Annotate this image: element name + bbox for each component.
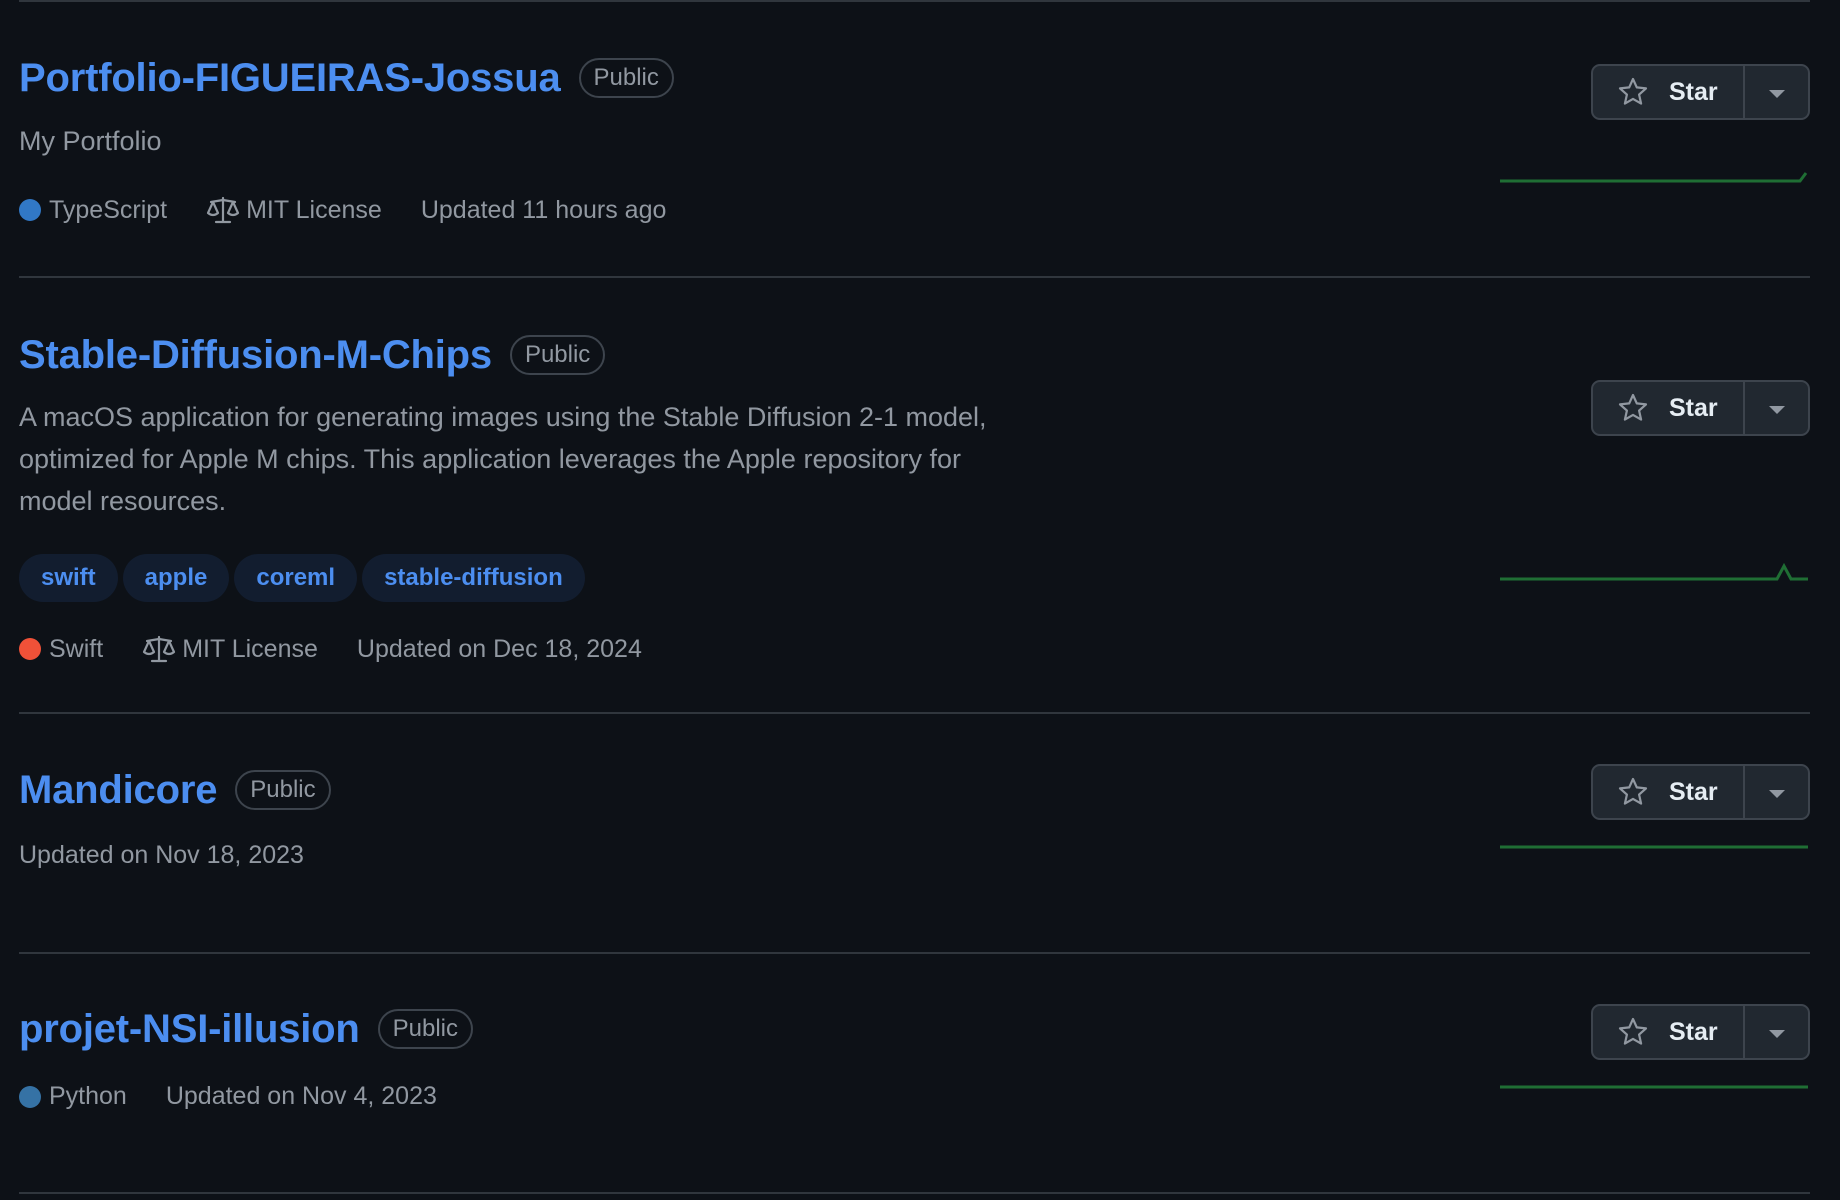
topic-tag[interactable]: apple xyxy=(122,554,230,602)
star-icon xyxy=(1618,77,1648,105)
language-color-dot xyxy=(19,199,41,221)
language-color-dot xyxy=(19,1085,41,1108)
star-button[interactable]: Star xyxy=(1593,382,1745,434)
triangle-down-icon xyxy=(1768,1030,1785,1038)
star-icon xyxy=(1618,777,1648,805)
repo-description: A macOS application for generating image… xyxy=(19,402,987,516)
language-color-dot xyxy=(19,638,41,660)
topic-list: swift apple coreml stable-diffusion xyxy=(19,554,585,602)
visibility-badge: Public xyxy=(377,1009,474,1049)
repo-header: projet-NSI-illusion Public xyxy=(19,1009,474,1049)
repo-header: Portfolio-FIGUEIRAS-Jossua Public xyxy=(19,58,674,98)
repo-name-link[interactable]: Mandicore xyxy=(19,770,217,810)
star-button-group: Star xyxy=(1591,1004,1810,1060)
repo-item: projet-NSI-illusion Public Python Update… xyxy=(19,954,1810,1194)
repo-item: Portfolio-FIGUEIRAS-Jossua Public My Por… xyxy=(19,2,1810,278)
language-label: Python xyxy=(49,1082,127,1110)
license-label: MIT License xyxy=(182,634,318,663)
star-label: Star xyxy=(1669,77,1718,106)
activity-sparkline xyxy=(1500,845,1808,849)
star-icon xyxy=(1618,393,1648,421)
language: Swift xyxy=(19,635,103,664)
visibility-badge: Public xyxy=(509,335,606,375)
repo-item: Mandicore Public Updated on Nov 18, 2023… xyxy=(19,714,1810,954)
star-list-dropdown[interactable] xyxy=(1745,766,1808,818)
star-button[interactable]: Star xyxy=(1593,1006,1745,1058)
visibility-badge: Public xyxy=(578,58,674,98)
topic-tag[interactable]: coreml xyxy=(234,554,358,602)
star-label: Star xyxy=(1669,393,1718,422)
visibility-badge: Public xyxy=(235,770,331,810)
topic-tag[interactable]: swift xyxy=(19,554,118,602)
updated-time: Updated on Nov 4, 2023 xyxy=(165,1082,437,1110)
repo-description: My Portfolio xyxy=(19,126,162,156)
star-list-dropdown[interactable] xyxy=(1745,66,1808,118)
star-label: Star xyxy=(1669,1017,1718,1046)
repo-meta: Python Updated on Nov 4, 2023 xyxy=(19,1082,476,1111)
updated-time: Updated on Dec 18, 2024 xyxy=(356,634,642,663)
law-icon xyxy=(143,635,176,663)
star-icon xyxy=(1618,1017,1648,1045)
star-button-group: Star xyxy=(1591,764,1810,820)
star-list-dropdown[interactable] xyxy=(1745,1006,1808,1058)
repo-item: Stable-Diffusion-M-Chips Public A macOS … xyxy=(19,278,1810,714)
star-list-dropdown[interactable] xyxy=(1745,382,1808,434)
repo-name-link[interactable]: Portfolio-FIGUEIRAS-Jossua xyxy=(19,58,561,98)
triangle-down-icon xyxy=(1768,406,1785,414)
activity-sparkline xyxy=(1500,1085,1808,1089)
repo-header: Stable-Diffusion-M-Chips Public xyxy=(19,335,606,375)
triangle-down-icon xyxy=(1768,790,1785,798)
triangle-down-icon xyxy=(1768,90,1785,98)
repo-meta: Updated on Nov 18, 2023 xyxy=(19,841,343,870)
language-label: Swift xyxy=(49,634,104,663)
star-button[interactable]: Star xyxy=(1593,66,1745,118)
activity-sparkline xyxy=(1500,172,1808,183)
updated-time: Updated on Nov 18, 2023 xyxy=(19,841,304,869)
star-label: Star xyxy=(1669,777,1718,806)
law-icon xyxy=(207,196,240,224)
updated-time: Updated 11 hours ago xyxy=(420,195,667,224)
star-button-group: Star xyxy=(1591,64,1810,120)
topic-tag[interactable]: stable-diffusion xyxy=(362,554,585,602)
language: TypeScript xyxy=(19,196,167,225)
repo-name-link[interactable]: Stable-Diffusion-M-Chips xyxy=(19,335,492,375)
repo-header: Mandicore Public xyxy=(19,770,331,810)
license[interactable]: MIT License xyxy=(142,634,318,664)
star-button-group: Star xyxy=(1591,380,1810,436)
language-label: TypeScript xyxy=(49,195,168,224)
repository-list: Portfolio-FIGUEIRAS-Jossua Public My Por… xyxy=(19,0,1810,1194)
activity-sparkline xyxy=(1500,562,1808,581)
repo-meta: Swift MIT License Updated on Dec 18, 202… xyxy=(19,634,681,664)
repo-meta: TypeScript MIT License Updated 11 hours … xyxy=(19,195,705,225)
license[interactable]: MIT License xyxy=(206,195,382,225)
license-label: MIT License xyxy=(246,195,382,224)
language: Python xyxy=(19,1082,127,1111)
repo-name-link[interactable]: projet-NSI-illusion xyxy=(19,1009,360,1049)
star-button[interactable]: Star xyxy=(1593,766,1745,818)
